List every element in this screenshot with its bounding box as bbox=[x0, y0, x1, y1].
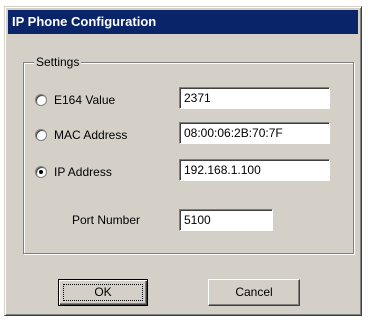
mac-address-field[interactable]: 08:00:06:2B:70:7F bbox=[179, 122, 330, 144]
ip-address-field[interactable]: 192.168.1.100 bbox=[179, 159, 330, 181]
dialog-window: IP Phone Configuration Settings E164 Val… bbox=[4, 6, 362, 316]
ip-address-radio[interactable] bbox=[35, 166, 47, 178]
port-number-field[interactable]: 5100 bbox=[179, 209, 273, 231]
ip-address-label[interactable]: IP Address bbox=[54, 164, 112, 180]
ok-button-label: OK bbox=[94, 285, 112, 299]
e164-label[interactable]: E164 Value bbox=[54, 92, 115, 108]
title-bar[interactable]: IP Phone Configuration bbox=[8, 10, 358, 34]
window-title: IP Phone Configuration bbox=[12, 14, 157, 29]
settings-legend: Settings bbox=[34, 54, 82, 70]
e164-field[interactable]: 2371 bbox=[179, 87, 330, 109]
radio-dot bbox=[39, 170, 43, 174]
ok-button[interactable]: OK bbox=[58, 279, 148, 306]
mac-address-label[interactable]: MAC Address bbox=[54, 127, 127, 143]
settings-groupbox: Settings E164 Value 2371 MAC Address 08:… bbox=[23, 54, 354, 254]
cancel-button-label: Cancel bbox=[235, 285, 273, 299]
port-number-label: Port Number bbox=[72, 213, 141, 227]
mac-address-radio[interactable] bbox=[35, 129, 47, 141]
cancel-button[interactable]: Cancel bbox=[208, 279, 300, 306]
e164-radio[interactable] bbox=[35, 94, 47, 106]
